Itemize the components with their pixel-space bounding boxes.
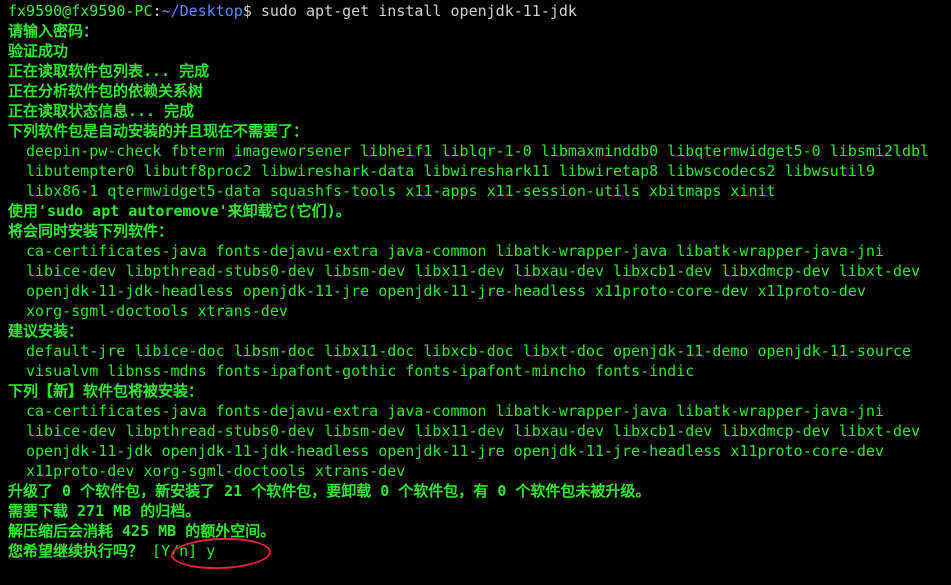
- continue-question: 您希望继续执行吗？: [8, 542, 153, 560]
- extra-packages-header: 将会同时安装下列软件：: [8, 222, 174, 240]
- reading-state-info: 正在读取状态信息... 完成: [8, 102, 195, 120]
- command-text: sudo apt-get install openjdk-11-jdk: [251, 2, 577, 20]
- package-list-line: libutempter0 libutf8proc2 libwireshark-d…: [26, 162, 875, 180]
- new-packages-header: 下列【新】软件包将被安装：: [8, 382, 204, 400]
- terminal-window[interactable]: fx9590@fx9590-PC:~/Desktop$ sudo apt-get…: [0, 0, 951, 585]
- package-list-line: openjdk-11-jdk-headless openjdk-11-jre o…: [26, 282, 866, 300]
- package-list-line: libice-dev libpthread-stubs0-dev libsm-d…: [26, 262, 921, 280]
- package-list-line: deepin-pw-check fbterm imageworsener lib…: [26, 142, 930, 160]
- prompt-line: fx9590@fx9590-PC:~/Desktop$ sudo apt-get…: [8, 1, 951, 21]
- password-prompt: 请输入密码：: [8, 22, 99, 40]
- continue-prompt-line[interactable]: 您希望继续执行吗？ [Y/n] y: [8, 541, 951, 561]
- auth-success: 验证成功: [8, 42, 69, 60]
- prompt-separator: :: [152, 2, 162, 20]
- suggested-packages-header: 建议安装：: [8, 322, 84, 340]
- download-size: 需要下载 271 MB 的归档。: [8, 502, 201, 520]
- package-list-line: libice-dev libpthread-stubs0-dev libsm-d…: [26, 422, 921, 440]
- autoremove-hint: 使用'sudo apt autoremove'来卸载它(它们)。: [8, 202, 351, 220]
- reading-package-lists: 正在读取软件包列表... 完成: [8, 62, 210, 80]
- upgrade-summary: 升级了 0 个软件包，新安装了 21 个软件包，要卸载 0 个软件包，有 0 个…: [8, 482, 651, 500]
- auto-installed-header: 下列软件包是自动安装的并且现在不需要了：: [8, 122, 309, 140]
- package-list-line: x11proto-dev xorg-sgml-doctools xtrans-d…: [26, 462, 406, 480]
- package-list-line: visualvm libnss-mdns fonts-ipafont-gothi…: [26, 362, 695, 380]
- package-list-line: xorg-sgml-doctools xtrans-dev: [26, 302, 288, 320]
- package-list-line: libx86-1 qtermwidget5-data squashfs-tool…: [26, 182, 776, 200]
- disk-usage: 解压缩后会消耗 425 MB 的额外空间。: [8, 522, 276, 540]
- package-list-line: default-jre libice-doc libsm-doc libx11-…: [26, 342, 912, 360]
- package-list-line: openjdk-11-jdk openjdk-11-jdk-headless o…: [26, 442, 884, 460]
- building-dependency-tree: 正在分析软件包的依赖关系树: [8, 82, 204, 100]
- prompt-symbol: $: [242, 2, 252, 20]
- package-list-line: ca-certificates-java fonts-dejavu-extra …: [26, 242, 884, 260]
- prompt-user-host: fx9590@fx9590-PC: [8, 2, 153, 20]
- package-list-line: ca-certificates-java fonts-dejavu-extra …: [26, 402, 884, 420]
- prompt-path: ~/Desktop: [161, 2, 243, 20]
- continue-answer-input[interactable]: [Y/n] y: [152, 541, 215, 561]
